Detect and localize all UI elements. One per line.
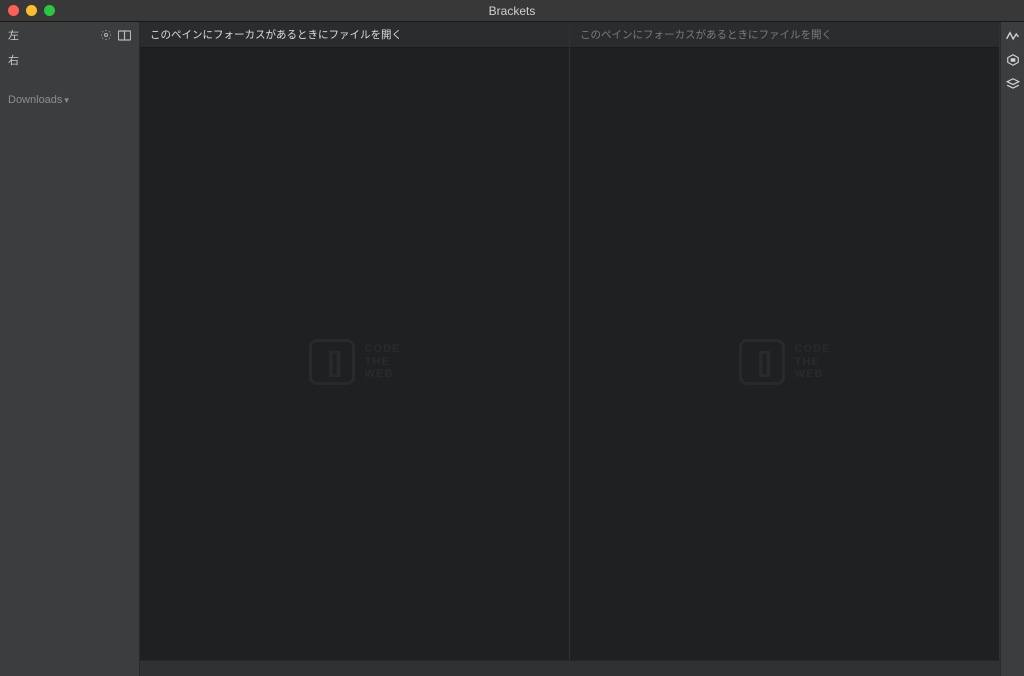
brackets-logo-icon: [ ]: [739, 339, 785, 385]
close-window-button[interactable]: [8, 5, 19, 16]
left-pane-body[interactable]: [ ] CODE THE WEB: [140, 48, 569, 676]
zoom-window-button[interactable]: [44, 5, 55, 16]
sidebar-header: 左: [0, 22, 139, 48]
titlebar: Brackets: [0, 0, 1024, 22]
right-pane[interactable]: このペインにフォーカスがあるときにファイルを開く [ ] CODE THE WE…: [570, 22, 1000, 676]
window-title: Brackets: [489, 4, 536, 18]
working-set-right-label: 右: [8, 52, 19, 68]
brackets-watermark: [ ] CODE THE WEB: [309, 339, 401, 385]
brackets-logo-icon: [ ]: [309, 339, 355, 385]
brackets-tagline: CODE THE WEB: [365, 343, 401, 381]
sidebar: 左 右 Downloads▾: [0, 22, 140, 676]
right-toolbar: [1000, 22, 1024, 676]
brackets-tagline: CODE THE WEB: [795, 343, 831, 381]
working-set-left-label[interactable]: 左: [8, 27, 19, 43]
brackets-watermark: [ ] CODE THE WEB: [739, 339, 831, 385]
extension-manager-icon[interactable]: [1005, 52, 1021, 68]
working-set-right-row[interactable]: 右: [0, 48, 139, 72]
right-pane-hint: このペインにフォーカスがあるときにファイルを開く: [580, 27, 832, 42]
status-bar: [140, 660, 1000, 676]
live-preview-icon[interactable]: [1005, 28, 1021, 44]
app-body: 左 右 Downloads▾: [0, 22, 1024, 676]
window-controls: [0, 5, 55, 16]
gear-icon[interactable]: [100, 29, 112, 41]
project-dropdown[interactable]: Downloads▾: [0, 72, 139, 112]
project-name: Downloads: [8, 94, 62, 106]
left-pane-hint: このペインにフォーカスがあるときにファイルを開く: [150, 27, 402, 42]
split-view-icon[interactable]: [118, 30, 131, 41]
chevron-down-icon: ▾: [64, 95, 69, 105]
minimize-window-button[interactable]: [26, 5, 37, 16]
left-pane-header: このペインにフォーカスがあるときにファイルを開く: [140, 22, 569, 48]
right-pane-body[interactable]: [ ] CODE THE WEB: [570, 48, 999, 676]
editor-area: このペインにフォーカスがあるときにファイルを開く [ ] CODE THE WE…: [140, 22, 1000, 676]
left-pane[interactable]: このペインにフォーカスがあるときにファイルを開く [ ] CODE THE WE…: [140, 22, 570, 676]
right-pane-header: このペインにフォーカスがあるときにファイルを開く: [570, 22, 999, 48]
layers-icon[interactable]: [1005, 76, 1021, 92]
